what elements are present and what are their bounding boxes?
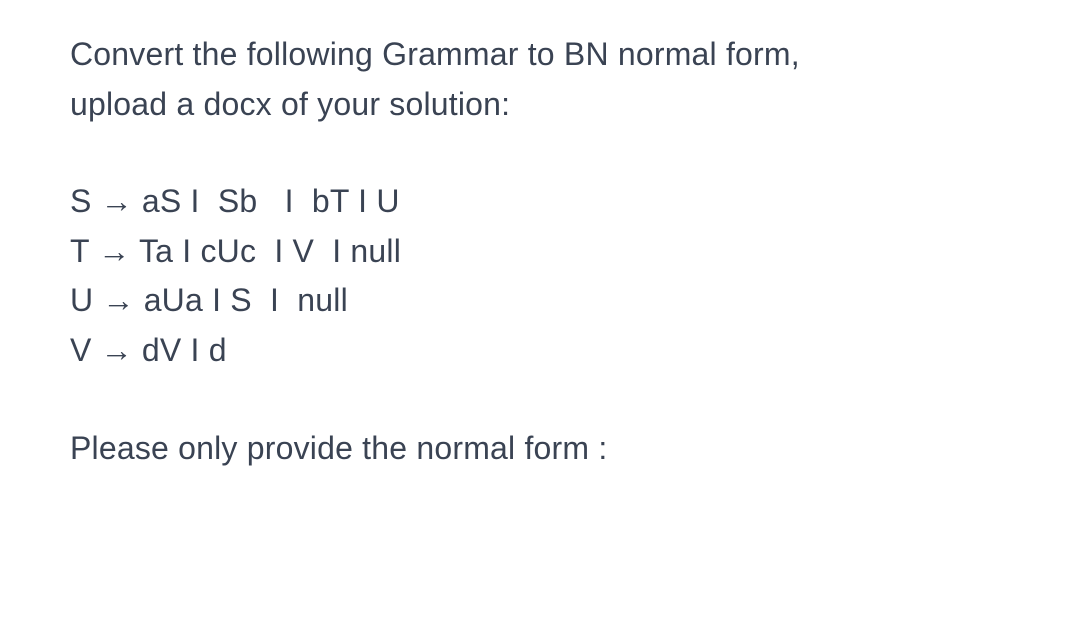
intro-line-2: upload a docx of your solution: <box>70 80 1010 130</box>
grammar-rule-v: V → dV I d <box>70 326 1010 376</box>
grammar-rules: S → aS I Sb I bT I U T → Ta I cUc I V I … <box>70 177 1010 375</box>
question-intro: Convert the following Grammar to BN norm… <box>70 30 1010 129</box>
footer-instruction: Please only provide the normal form : <box>70 424 1010 474</box>
grammar-rule-s: S → aS I Sb I bT I U <box>70 177 1010 227</box>
question-content: Convert the following Grammar to BN norm… <box>70 30 1010 473</box>
intro-line-1: Convert the following Grammar to BN norm… <box>70 30 1010 80</box>
grammar-rule-u: U → aUa I S I null <box>70 276 1010 326</box>
grammar-rule-t: T → Ta I cUc I V I null <box>70 227 1010 277</box>
